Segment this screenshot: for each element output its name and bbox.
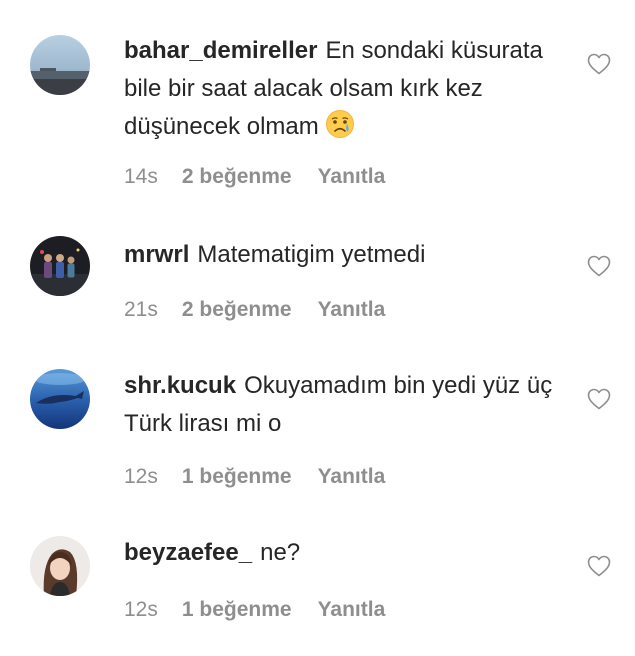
- comment-time[interactable]: 21s: [124, 298, 158, 322]
- comment-likes-count[interactable]: 2 beğenme: [182, 165, 292, 189]
- comment-meta: 12s 1 beğenme Yanıtla: [124, 598, 385, 622]
- comment-likes-count[interactable]: 2 beğenme: [182, 298, 292, 322]
- comment-time[interactable]: 12s: [124, 598, 158, 622]
- comment-likes-count[interactable]: 1 beğenme: [182, 465, 292, 489]
- reply-button[interactable]: Yanıtla: [318, 298, 386, 322]
- heart-outline-icon[interactable]: [587, 53, 611, 75]
- reply-button[interactable]: Yanıtla: [318, 465, 386, 489]
- comment-username[interactable]: beyzaefee_: [124, 539, 252, 566]
- comment-text: beyzaefee_ ne?: [124, 534, 564, 572]
- comment-username[interactable]: mrwrl: [124, 241, 189, 268]
- reply-button[interactable]: Yanıtla: [318, 598, 386, 622]
- avatar[interactable]: [30, 236, 90, 296]
- heart-outline-icon[interactable]: [587, 255, 611, 277]
- comment-meta: 14s 2 beğenme Yanıtla: [124, 165, 385, 189]
- heart-outline-icon[interactable]: [587, 555, 611, 577]
- comment-message: ne?: [260, 539, 301, 566]
- heart-outline-icon[interactable]: [587, 388, 611, 410]
- comment-username[interactable]: bahar_demireller: [124, 37, 317, 64]
- comment-text: mrwrl Matematigim yetmedi: [124, 236, 564, 274]
- comment-time[interactable]: 12s: [124, 465, 158, 489]
- comment-meta: 21s 2 beğenme Yanıtla: [124, 298, 385, 322]
- comment-message: Matematigim yetmedi: [197, 241, 426, 268]
- avatar[interactable]: [30, 35, 90, 95]
- comment-text: bahar_demireller En sondaki küsurata bile…: [124, 32, 564, 146]
- avatar[interactable]: [30, 369, 90, 429]
- comment-time[interactable]: 14s: [124, 165, 158, 189]
- reply-button[interactable]: Yanıtla: [318, 165, 386, 189]
- comment-likes-count[interactable]: 1 beğenme: [182, 598, 292, 622]
- comment-meta: 12s 1 beğenme Yanıtla: [124, 465, 385, 489]
- comment-text: shr.kucuk Okuyamadım bin yedi yüz üç Türk…: [124, 367, 564, 443]
- comment-username[interactable]: shr.kucuk: [124, 372, 236, 399]
- avatar[interactable]: [30, 536, 90, 596]
- crying-face-emoji-icon: [325, 109, 355, 139]
